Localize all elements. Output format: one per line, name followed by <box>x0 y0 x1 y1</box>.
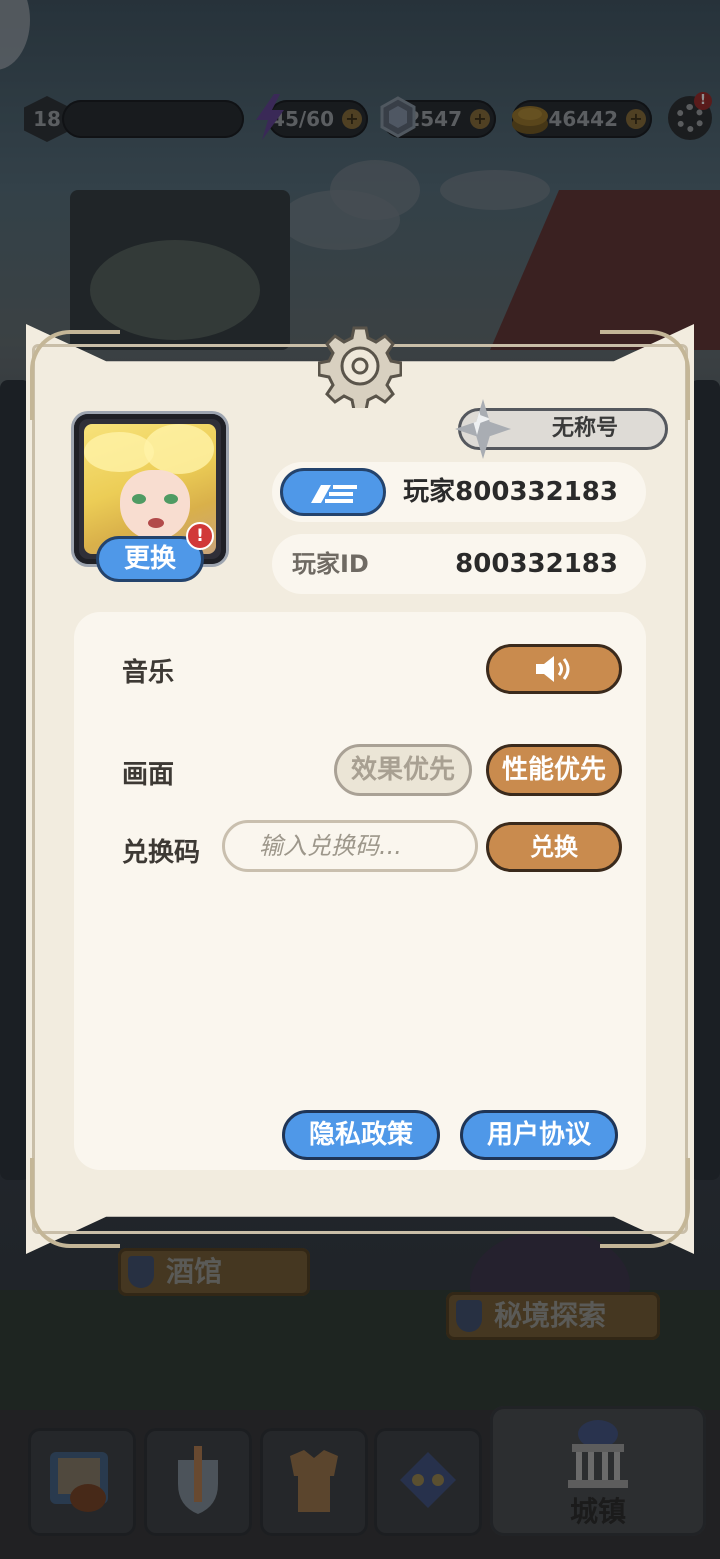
privacy-policy-button[interactable]: 隐私政策 <box>282 1110 440 1160</box>
music-toggle[interactable] <box>486 644 622 694</box>
corner-ornament <box>600 330 690 420</box>
player-title-text: 无称号 <box>551 416 618 441</box>
player-name-row: 玩家800332183 <box>272 462 646 522</box>
redeem-label: 兑换码 <box>122 838 201 868</box>
player-name: 玩家800332183 <box>403 477 618 507</box>
player-id-value[interactable]: 800332183 <box>455 534 618 594</box>
settings-card: 音乐 画面 效果优先 性能优先 兑换码 兑换 隐私政策 用户协议 <box>74 612 646 1170</box>
graphics-performance-option[interactable]: 性能优先 <box>486 744 622 796</box>
alert-badge: ! <box>186 522 214 550</box>
music-label: 音乐 <box>122 658 175 688</box>
graphics-label: 画面 <box>122 760 175 790</box>
corner-ornament <box>30 1158 120 1248</box>
graphics-quality-option[interactable]: 效果优先 <box>334 744 472 796</box>
redeem-code-input[interactable] <box>222 820 478 872</box>
speaker-icon <box>536 656 570 682</box>
corner-ornament <box>30 330 120 420</box>
player-id-label: 玩家ID <box>292 550 369 578</box>
player-id-row: 玩家ID 800332183 <box>272 534 646 594</box>
corner-ornament <box>600 1158 690 1248</box>
gear-emblem-icon <box>318 326 402 408</box>
pen-icon <box>311 485 357 503</box>
player-title-badge[interactable]: 无称号 <box>455 399 668 459</box>
rename-button[interactable] <box>280 468 386 516</box>
redeem-button[interactable]: 兑换 <box>486 822 622 872</box>
settings-panel: 更换 ! 无称号 玩家800332183 玩家ID 800332183 音乐 画… <box>26 324 694 1254</box>
user-agreement-button[interactable]: 用户协议 <box>460 1110 618 1160</box>
